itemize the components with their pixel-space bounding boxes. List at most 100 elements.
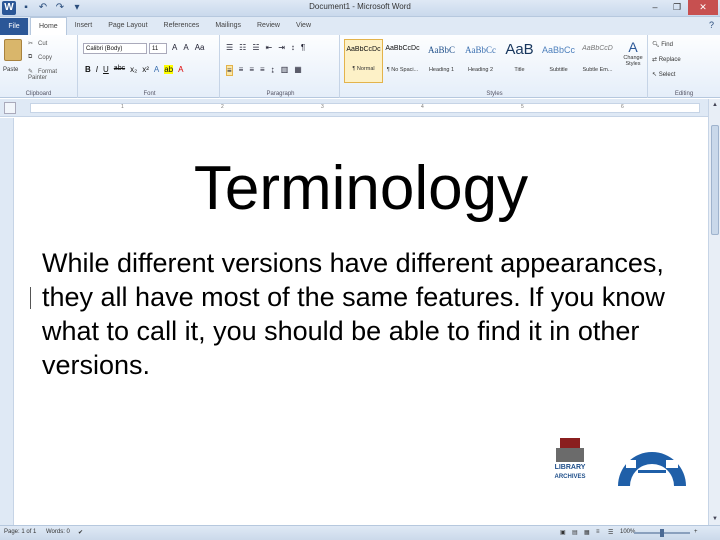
scissors-icon: ✂	[28, 41, 34, 47]
align-center-icon[interactable]: ≡	[239, 65, 244, 76]
style-heading-2[interactable]: AaBbCc Heading 2	[461, 39, 500, 83]
ruler-track[interactable]: 1 2 3 4 5 6	[30, 103, 700, 113]
vertical-scrollbar[interactable]: ▲ ▼	[708, 99, 720, 525]
tab-review[interactable]: Review	[249, 17, 288, 36]
scroll-thumb[interactable]	[711, 125, 719, 235]
status-bar: Page: 1 of 1 Words: 0 ✔ ▣ ▤ ▦ ≡ ☰ 100% +	[0, 525, 720, 540]
decrease-indent-icon[interactable]: ⇤	[266, 43, 273, 52]
style-subtle-emphasis[interactable]: AaBbCcD Subtle Em...	[578, 39, 617, 83]
highlight-icon[interactable]: ab	[164, 65, 174, 74]
brush-icon: ✎	[28, 69, 34, 75]
tab-view[interactable]: View	[288, 17, 319, 36]
cut-button[interactable]: ✂ Cut	[28, 40, 47, 47]
page-count-status[interactable]: Page: 1 of 1	[4, 529, 36, 535]
font-group: Calibri (Body) 11 A A Aa B I U abc x₂ x²…	[80, 35, 220, 98]
list-tools: ☰ ☷ ☱ ⇤ ⇥ ↕ ¶	[226, 43, 305, 52]
vertical-ruler	[0, 118, 14, 525]
superscript-button[interactable]: x²	[142, 65, 149, 74]
tab-home[interactable]: Home	[30, 17, 67, 36]
shading-icon[interactable]: ▥	[281, 65, 289, 76]
maximize-button[interactable]: ❐	[666, 0, 688, 15]
window-title: Document1 - Microsoft Word	[309, 2, 411, 11]
shrink-font-icon[interactable]: A	[183, 43, 188, 52]
public-library-logo	[618, 452, 686, 486]
help-icon[interactable]: ?	[709, 20, 714, 30]
draft-view-icon[interactable]: ☰	[608, 529, 613, 536]
format-painter-button[interactable]: ✎ Format Painter	[28, 68, 77, 81]
bullets-icon[interactable]: ☰	[226, 43, 233, 52]
show-marks-icon[interactable]: ¶	[301, 43, 305, 52]
align-left-icon[interactable]: ≡	[226, 65, 233, 76]
font-name-select[interactable]: Calibri (Body)	[83, 43, 147, 54]
align-right-icon[interactable]: ≡	[249, 65, 254, 76]
close-button[interactable]: ✕	[688, 0, 718, 15]
copy-icon: ⧉	[28, 54, 33, 60]
binoculars-icon: 🔍︎	[652, 42, 662, 48]
find-button[interactable]: 🔍︎ Find	[652, 40, 681, 55]
increase-indent-icon[interactable]: ⇥	[278, 43, 285, 52]
font-color-icon[interactable]: A	[178, 65, 183, 74]
editing-items: 🔍︎ Find ⇄ Replace ↖ Select	[652, 40, 681, 85]
style-heading-1[interactable]: AaBbC Heading 1	[422, 39, 461, 83]
zoom-slider[interactable]	[634, 529, 690, 537]
borders-icon[interactable]: ▦	[294, 65, 302, 76]
print-layout-icon[interactable]: ▣	[560, 529, 566, 536]
style-subtitle[interactable]: AaBbCc Subtitle	[539, 39, 578, 83]
zoom-slider-knob[interactable]	[660, 529, 664, 537]
italic-button[interactable]: I	[96, 65, 98, 74]
paste-button[interactable]: Paste	[3, 67, 18, 73]
replace-icon: ⇄	[652, 57, 659, 63]
outline-view-icon[interactable]: ≡	[596, 529, 600, 535]
text-effects-icon[interactable]: A	[154, 65, 159, 74]
bold-button[interactable]: B	[85, 65, 91, 74]
font-size-select[interactable]: 11	[149, 43, 167, 54]
tab-mailings[interactable]: Mailings	[207, 17, 249, 36]
full-screen-reading-icon[interactable]: ▤	[572, 529, 578, 536]
scroll-up-icon[interactable]: ▲	[709, 99, 720, 111]
tab-selector-button[interactable]	[4, 102, 16, 114]
editing-group-label: Editing	[674, 91, 694, 97]
tab-insert[interactable]: Insert	[67, 17, 101, 36]
tab-file[interactable]: File	[0, 18, 28, 35]
tab-page-layout[interactable]: Page Layout	[100, 17, 155, 36]
sort-icon[interactable]: ↕	[291, 43, 295, 52]
underline-button[interactable]: U	[103, 65, 109, 74]
clipboard-group: Paste ✂ Cut ⧉ Copy ✎ Format Painter Clipboa…	[0, 35, 78, 98]
justify-icon[interactable]: ≡	[260, 65, 265, 76]
logo-text-archives: ARCHIVES	[554, 474, 586, 480]
style-normal[interactable]: AaBbCcDc ¶ Normal	[344, 39, 383, 83]
line-spacing-icon[interactable]: ↨	[271, 65, 275, 76]
multilevel-list-icon[interactable]: ☱	[252, 43, 259, 52]
scroll-down-icon[interactable]: ▼	[709, 513, 720, 525]
ribbon: Paste ✂ Cut ⧉ Copy ✎ Format Painter Clipboa…	[0, 35, 720, 98]
ribbon-tab-row: File Home Insert Page Layout References …	[0, 17, 720, 36]
change-styles-button[interactable]: A Change Styles	[621, 39, 645, 67]
logo-roof-shape	[560, 438, 580, 448]
font-group-label: Font	[143, 91, 156, 97]
align-tools: ≡ ≡ ≡ ≡ ↨ ▥ ▦	[226, 65, 302, 76]
logo-text-library: LIBRARY	[554, 464, 586, 471]
word-count-status[interactable]: Words: 0	[46, 529, 70, 535]
tab-references[interactable]: References	[156, 17, 208, 36]
numbering-icon[interactable]: ☷	[239, 43, 246, 52]
select-button[interactable]: ↖ Select	[652, 70, 681, 85]
replace-button[interactable]: ⇄ Replace	[652, 55, 681, 70]
copy-button[interactable]: ⧉ Copy	[28, 54, 52, 61]
style-no-spacing[interactable]: AaBbCcDc ¶ No Spaci...	[383, 39, 422, 83]
window-controls: – ❐ ✕	[644, 0, 718, 15]
paste-icon[interactable]	[4, 39, 22, 61]
document-body: While different versions have different …	[42, 248, 665, 380]
style-title[interactable]: AaB Title	[500, 39, 539, 83]
change-case-icon[interactable]: Aa	[195, 43, 205, 52]
paragraph-group: ☰ ☷ ☱ ⇤ ⇥ ↕ ¶ ≡ ≡ ≡ ≡ ↨ ▥ ▦ Paragraph	[222, 35, 340, 98]
text-cursor	[30, 287, 31, 309]
web-layout-icon[interactable]: ▦	[584, 529, 590, 536]
subscript-button[interactable]: x₂	[130, 65, 137, 74]
document-title: Terminology	[193, 154, 529, 223]
strikethrough-button[interactable]: abc	[114, 65, 125, 74]
proofing-icon[interactable]: ✔	[78, 529, 83, 536]
minimize-button[interactable]: –	[644, 0, 666, 15]
grow-font-icon[interactable]: A	[172, 43, 177, 52]
zoom-in-icon[interactable]: +	[694, 529, 698, 535]
document-page[interactable]: Terminology While different versions hav…	[14, 118, 708, 525]
